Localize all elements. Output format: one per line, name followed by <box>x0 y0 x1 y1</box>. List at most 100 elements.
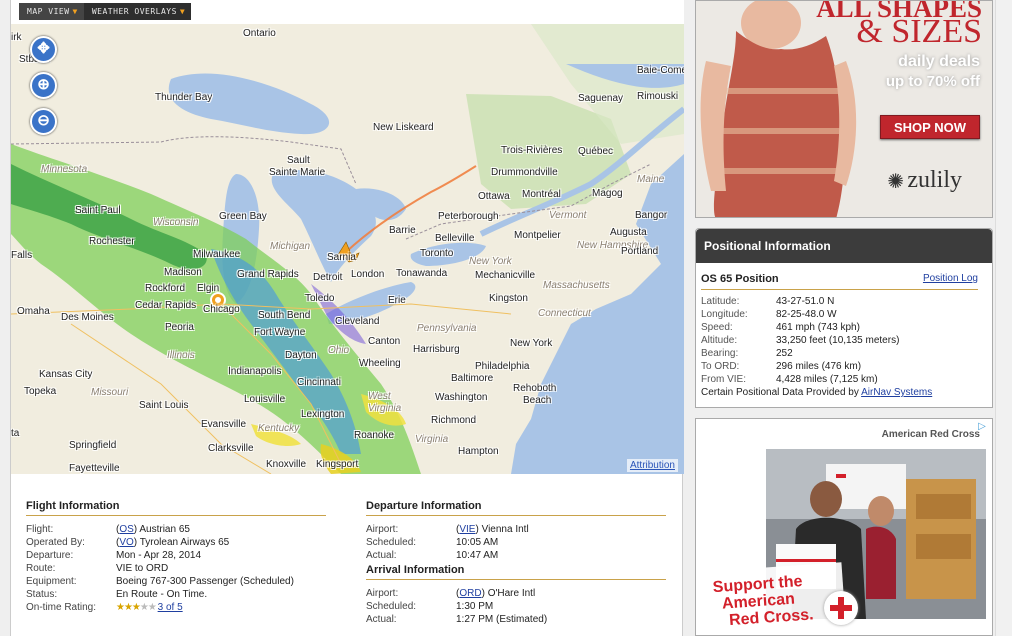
ad-headline-2: & SIZES <box>856 13 982 50</box>
map-label: Philadelphia <box>475 361 530 372</box>
airline-code-link[interactable]: OS <box>119 524 133 535</box>
map-label: Barrie <box>389 225 416 236</box>
map-label: Green Bay <box>219 211 267 222</box>
departure-airport-row: Airport: (VIE) Vienna Intl <box>366 523 666 536</box>
shop-now-button[interactable]: SHOP NOW <box>880 115 980 139</box>
positional-credit: Certain Positional Data Provided by AirN… <box>701 387 933 398</box>
map-label: Virginia <box>415 434 449 445</box>
field-value: (OS) Austrian 65 <box>116 524 190 535</box>
field-label: Flight: <box>26 524 54 535</box>
altitude-row: Altitude: 33,250 feet (10,135 meters) <box>696 334 992 347</box>
map-label: ta <box>11 428 20 439</box>
field-value: (ORD) O'Hare Intl <box>456 588 536 599</box>
map-label: New York <box>510 338 553 349</box>
tab-map-view[interactable]: MAP VIEW ▼ <box>19 3 84 20</box>
field-label: Scheduled: <box>366 537 417 548</box>
field-value: 10:47 AM <box>456 550 499 561</box>
map-label: Erie <box>388 295 406 306</box>
departure-row: Departure: Mon - Apr 28, 2014 <box>26 549 326 562</box>
ad-caption: Support the American Red Cross. <box>701 562 847 635</box>
airport-code-link[interactable]: VIE <box>459 524 475 535</box>
map-label: Toledo <box>305 293 335 304</box>
map-label: Springfield <box>69 440 117 451</box>
map-label: Michigan <box>270 241 311 252</box>
map-label: Virginia <box>368 403 402 414</box>
map-label: Knoxville <box>266 459 307 470</box>
bearing-row: Bearing: 252 <box>696 347 992 360</box>
map-label: Richmond <box>431 415 477 426</box>
field-value: (VIE) Vienna Intl <box>456 524 529 535</box>
airnav-link[interactable]: AirNav Systems <box>861 387 932 398</box>
zoom-in-icon[interactable]: ⊕ <box>30 72 57 99</box>
position-log-link[interactable]: Position Log <box>923 273 978 285</box>
departure-scheduled-row: Scheduled: 10:05 AM <box>366 536 666 549</box>
map-label: Minnesota <box>41 164 88 175</box>
flight-tracker-panel: MAP VIEW ▼ WEATHER OVERLAYS ▼ Ontario ir… <box>10 0 684 636</box>
map-label: Rimouski <box>637 91 679 102</box>
airport-code-link[interactable]: ORD <box>459 588 481 599</box>
field-label: On-time Rating: <box>26 602 97 613</box>
field-label: Status: <box>26 589 58 600</box>
flight-map[interactable]: Ontario Stbach irk Baie-Comeau Thunder B… <box>11 24 684 474</box>
map-label: Lexington <box>301 409 345 420</box>
map-tab-bar: MAP VIEW ▼ WEATHER OVERLAYS ▼ <box>11 0 684 24</box>
map-label: New York <box>469 256 512 267</box>
chevron-down-icon: ▼ <box>179 7 186 16</box>
map-label: Detroit <box>313 272 343 283</box>
map-label: Montpelier <box>514 230 561 241</box>
field-label: To ORD: <box>701 361 740 372</box>
flight-information: Flight Information Flight: (OS) Austrian… <box>26 500 326 614</box>
tab-weather-overlays[interactable]: WEATHER OVERLAYS ▼ <box>84 3 191 20</box>
zoom-out-icon[interactable]: ⊖ <box>30 108 57 135</box>
map-label: Cincinnati <box>297 377 341 388</box>
ad-line-1: daily deals <box>898 53 980 70</box>
departure-actual-row: Actual: 10:47 AM <box>366 549 666 562</box>
map-label: Omaha <box>17 306 50 317</box>
flight-information-title: Flight Information <box>26 500 326 516</box>
map-label: Cedar Rapids <box>135 300 197 311</box>
map-label: irk <box>11 32 22 43</box>
red-cross-ad[interactable]: ▷ American Red Cross Support the America… <box>695 418 993 636</box>
map-label: Elgin <box>197 283 220 294</box>
map-label: Falls <box>11 250 33 261</box>
zulily-ad[interactable]: ALL SHAPES & SIZES daily deals up to 70%… <box>695 0 993 218</box>
map-label: Kentucky <box>258 423 300 434</box>
zulily-logo: zulily <box>907 167 962 193</box>
map-label: Cleveland <box>335 316 380 327</box>
operator-code-link[interactable]: VO <box>119 537 133 548</box>
field-value: 252 <box>776 348 793 359</box>
field-value: 10:05 AM <box>456 537 499 548</box>
page-scrollbar[interactable] <box>995 0 1012 636</box>
field-label: Actual: <box>366 550 397 561</box>
map-label: Louisville <box>244 394 286 405</box>
attribution-link[interactable]: Attribution <box>626 459 678 472</box>
field-label: From VIE: <box>701 374 747 385</box>
map-label: Pennsylvania <box>417 323 477 334</box>
pan-icon[interactable]: ✥ <box>30 36 57 63</box>
map-label: Ottawa <box>478 191 510 202</box>
field-label: Bearing: <box>701 348 739 359</box>
field-label: Longitude: <box>701 309 748 320</box>
map-label: Massachusetts <box>543 280 610 291</box>
map-label: Maine <box>637 174 665 185</box>
field-label: Departure: <box>26 550 74 561</box>
star-rating-icon: ★★★★★ <box>116 602 157 613</box>
map-label: Rochester <box>89 236 135 247</box>
map-label: West <box>368 391 391 402</box>
map-label: Trois-Rivières <box>501 145 563 156</box>
field-label: Equipment: <box>26 576 77 587</box>
map-label: Washington <box>435 392 488 403</box>
map-label: Clarksville <box>208 443 254 454</box>
rating-link[interactable]: 3 of 5 <box>158 602 183 613</box>
map-label: Fort Wayne <box>254 327 306 338</box>
positional-information-header: Positional Information <box>696 229 992 263</box>
map-label: Tonawanda <box>396 268 448 279</box>
latitude-row: Latitude: 43-27-51.0 N <box>696 295 992 308</box>
map-label: Topeka <box>24 386 57 397</box>
map-label: Kansas City <box>39 369 93 380</box>
equipment-row: Equipment: Boeing 767-300 Passenger (Sch… <box>26 575 326 588</box>
positional-information: Positional Information OS 65 Position Po… <box>695 228 993 408</box>
map-label: Baltimore <box>451 373 494 384</box>
field-label: Scheduled: <box>366 601 417 612</box>
map-label: Sainte Marie <box>269 167 326 178</box>
